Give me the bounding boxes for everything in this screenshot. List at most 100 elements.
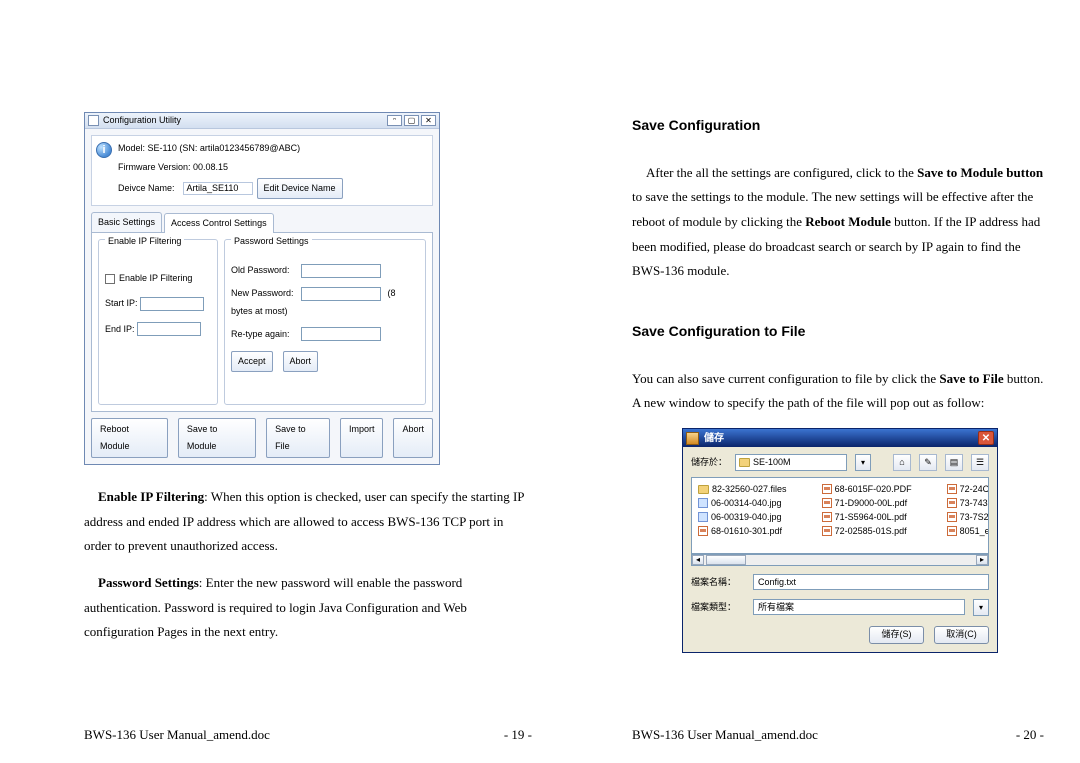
save-location-dropdown-icon[interactable]: ▾ — [855, 454, 871, 471]
edit-device-name-button[interactable]: Edit Device Name — [257, 178, 343, 199]
save-button[interactable]: 儲存(S) — [869, 626, 924, 644]
retype-password-input[interactable] — [301, 327, 381, 341]
scroll-right-icon[interactable]: ▸ — [976, 555, 988, 565]
pdf-file-icon — [947, 484, 957, 494]
config-titlebar: Configuration Utility ᵔ ▢ ✕ — [85, 113, 439, 129]
retype-password-label: Re-type again: — [231, 326, 301, 343]
save-to-module-button[interactable]: Save to Module — [178, 418, 256, 458]
pdf-file-icon — [947, 526, 957, 536]
left-footer: BWS-136 User Manual_amend.doc - 19 - — [84, 727, 532, 763]
tab-access-control[interactable]: Access Control Settings — [164, 213, 274, 233]
paragraph-save-file: You can also save current configuration … — [632, 367, 1044, 416]
filetype-label: 檔案類型： — [691, 599, 745, 616]
paragraph-save-config: After the all the settings are configure… — [632, 161, 1044, 284]
filetype-dropdown-icon[interactable]: ▾ — [973, 599, 989, 616]
paragraph-password: Password Settings: Enter the new passwor… — [84, 571, 532, 645]
ip-filtering-lead: Enable IP Filtering — [98, 489, 204, 504]
right-footer: BWS-136 User Manual_amend.doc - 20 - — [632, 727, 1044, 763]
old-password-label: Old Password: — [231, 262, 301, 279]
filename-label: 檔案名稱： — [691, 574, 745, 591]
folder-icon — [698, 485, 709, 494]
bottom-abort-button[interactable]: Abort — [393, 418, 433, 458]
file-item-label: 72-02585-01S.pdf — [835, 523, 907, 540]
page-right: Save Configuration After the all the set… — [632, 0, 1044, 763]
tab-strip: Basic Settings Access Control Settings — [91, 212, 433, 233]
heading-save-configuration: Save Configuration — [632, 112, 1044, 139]
paragraph-ip-filtering: Enable IP Filtering: When this option is… — [84, 485, 532, 559]
save-to-file-button[interactable]: Save to File — [266, 418, 330, 458]
left-footer-doc: BWS-136 User Manual_amend.doc — [84, 727, 270, 743]
firmware-label: Firmware Version: 00.08.15 — [118, 159, 426, 176]
save-location-combo[interactable]: SE-100M — [735, 454, 847, 471]
pdf-file-icon — [947, 498, 957, 508]
save-dialog-title: 儲存 — [704, 429, 724, 448]
save-dialog-titlebar: 儲存 ✕ — [683, 429, 997, 447]
model-label: Model: SE-110 (SN: artila0123456789@ABC) — [118, 140, 426, 157]
left-footer-page: - 19 - — [504, 727, 532, 743]
save-location-value: SE-100M — [753, 454, 791, 471]
tab-body: Enable IP Filtering Enable IP Filtering … — [91, 233, 433, 411]
filename-input[interactable]: Config.txt — [753, 574, 989, 590]
file-item-label: 68-01610-301.pdf — [711, 523, 782, 540]
abort-button[interactable]: Abort — [283, 351, 319, 372]
import-button[interactable]: Import — [340, 418, 384, 458]
cancel-button[interactable]: 取消(C) — [934, 626, 989, 644]
new-folder-icon[interactable]: ✎ — [919, 454, 937, 471]
right-footer-doc: BWS-136 User Manual_amend.doc — [632, 727, 818, 743]
pdf-file-icon — [822, 498, 832, 508]
image-file-icon — [698, 498, 708, 508]
pdf-file-icon — [822, 512, 832, 522]
device-name-value: Artila_SE110 — [183, 182, 253, 195]
pdf-file-icon — [947, 512, 957, 522]
ip-filtering-fieldset: Enable IP Filtering Enable IP Filtering … — [98, 239, 218, 404]
save-dialog: 儲存 ✕ 儲存於： SE-100M ▾ ⌂ ✎ ▤ ☰ 82-32 — [682, 428, 998, 653]
start-ip-input[interactable] — [140, 297, 204, 311]
left-content: Configuration Utility ᵔ ▢ ✕ i Model: SE-… — [84, 0, 532, 727]
system-menu-icon[interactable] — [88, 115, 99, 126]
filetype-combo[interactable]: 所有檔案 — [753, 599, 965, 615]
end-ip-label: End IP: — [105, 324, 135, 334]
config-window-title: Configuration Utility — [103, 112, 181, 129]
device-info-pane: i Model: SE-110 (SN: artila0123456789@AB… — [91, 135, 433, 206]
enable-ip-filtering-checkbox[interactable] — [105, 274, 115, 284]
info-icon: i — [96, 142, 112, 158]
tab-basic-settings[interactable]: Basic Settings — [91, 212, 162, 232]
pdf-file-icon — [822, 484, 832, 494]
scroll-left-icon[interactable]: ◂ — [692, 555, 704, 565]
right-content: Save Configuration After the all the set… — [632, 0, 1044, 727]
file-list[interactable]: 82-32560-027.files06-00314-040.jpg06-003… — [691, 477, 989, 554]
start-ip-label: Start IP: — [105, 298, 138, 308]
reboot-module-button[interactable]: Reboot Module — [91, 418, 168, 458]
image-file-icon — [698, 512, 708, 522]
save-location-label: 儲存於： — [691, 454, 727, 471]
pdf-file-icon — [822, 526, 832, 536]
maximize-icon[interactable]: ▢ — [404, 115, 419, 126]
close-icon[interactable]: ✕ — [421, 115, 436, 126]
ip-filtering-legend: Enable IP Filtering — [105, 233, 184, 250]
detail-view-icon[interactable]: ☰ — [971, 454, 989, 471]
list-view-icon[interactable]: ▤ — [945, 454, 963, 471]
up-folder-icon[interactable]: ⌂ — [893, 454, 911, 471]
new-password-label: New Password: — [231, 285, 301, 302]
file-item[interactable]: 68-01610-301.pdf — [698, 524, 787, 538]
accept-button[interactable]: Accept — [231, 351, 273, 372]
file-item-label: 8051_e.pdf — [960, 523, 989, 540]
old-password-input[interactable] — [301, 264, 381, 278]
save-dialog-close-icon[interactable]: ✕ — [978, 431, 994, 445]
end-ip-input[interactable] — [137, 322, 201, 336]
new-password-input[interactable] — [301, 287, 381, 301]
password-lead: Password Settings — [98, 575, 199, 590]
file-item[interactable]: 8051_e.pdf — [947, 524, 989, 538]
folder-icon — [739, 458, 750, 467]
file-list-scrollbar[interactable]: ◂ ▸ — [691, 554, 989, 566]
save-dialog-icon — [686, 432, 699, 445]
pdf-file-icon — [698, 526, 708, 536]
page-left: Configuration Utility ᵔ ▢ ✕ i Model: SE-… — [84, 0, 532, 763]
config-window: Configuration Utility ᵔ ▢ ✕ i Model: SE-… — [84, 112, 440, 465]
password-legend: Password Settings — [231, 233, 312, 250]
file-item[interactable]: 72-02585-01S.pdf — [822, 524, 912, 538]
scroll-thumb[interactable] — [706, 555, 746, 565]
minimize-icon[interactable]: ᵔ — [387, 115, 402, 126]
device-name-label: Deivce Name: — [118, 180, 175, 197]
enable-ip-filtering-label: Enable IP Filtering — [119, 273, 192, 283]
